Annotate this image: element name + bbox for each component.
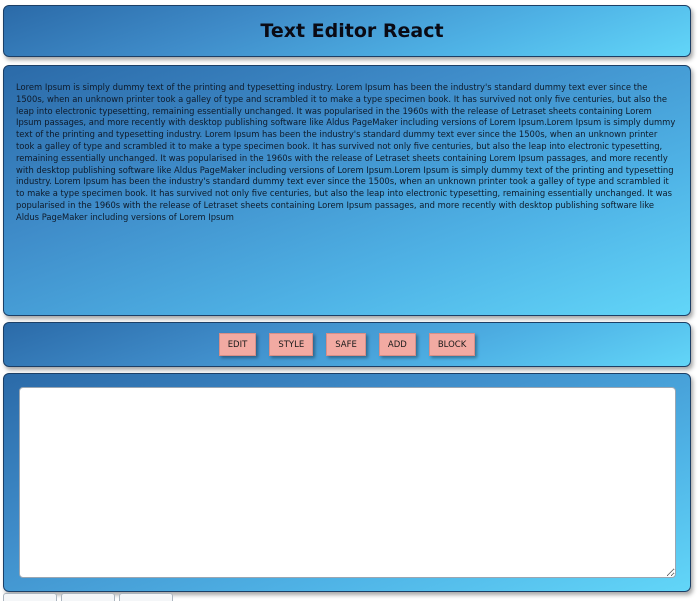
bottom-tab-stub[interactable] (3, 593, 57, 601)
preview-panel: Lorem Ipsum is simply dummy text of the … (3, 65, 691, 316)
bottom-tab-stub[interactable] (61, 593, 115, 601)
app-title: Text Editor React (260, 20, 444, 42)
bottom-tab-stub[interactable] (119, 593, 173, 601)
editor-panel (3, 373, 691, 592)
preview-text: Lorem Ipsum is simply dummy text of the … (16, 82, 676, 222)
header-panel: Text Editor React (3, 5, 691, 57)
edit-button[interactable]: EDIT (218, 333, 257, 356)
block-button[interactable]: BLOCK (428, 333, 476, 356)
style-button[interactable]: STYLE (269, 333, 314, 356)
add-button[interactable]: ADD (378, 333, 416, 356)
editor-textarea[interactable] (19, 387, 676, 578)
toolbar-panel: EDIT STYLE SAFE ADD BLOCK (3, 322, 691, 367)
safe-button[interactable]: SAFE (326, 333, 366, 356)
